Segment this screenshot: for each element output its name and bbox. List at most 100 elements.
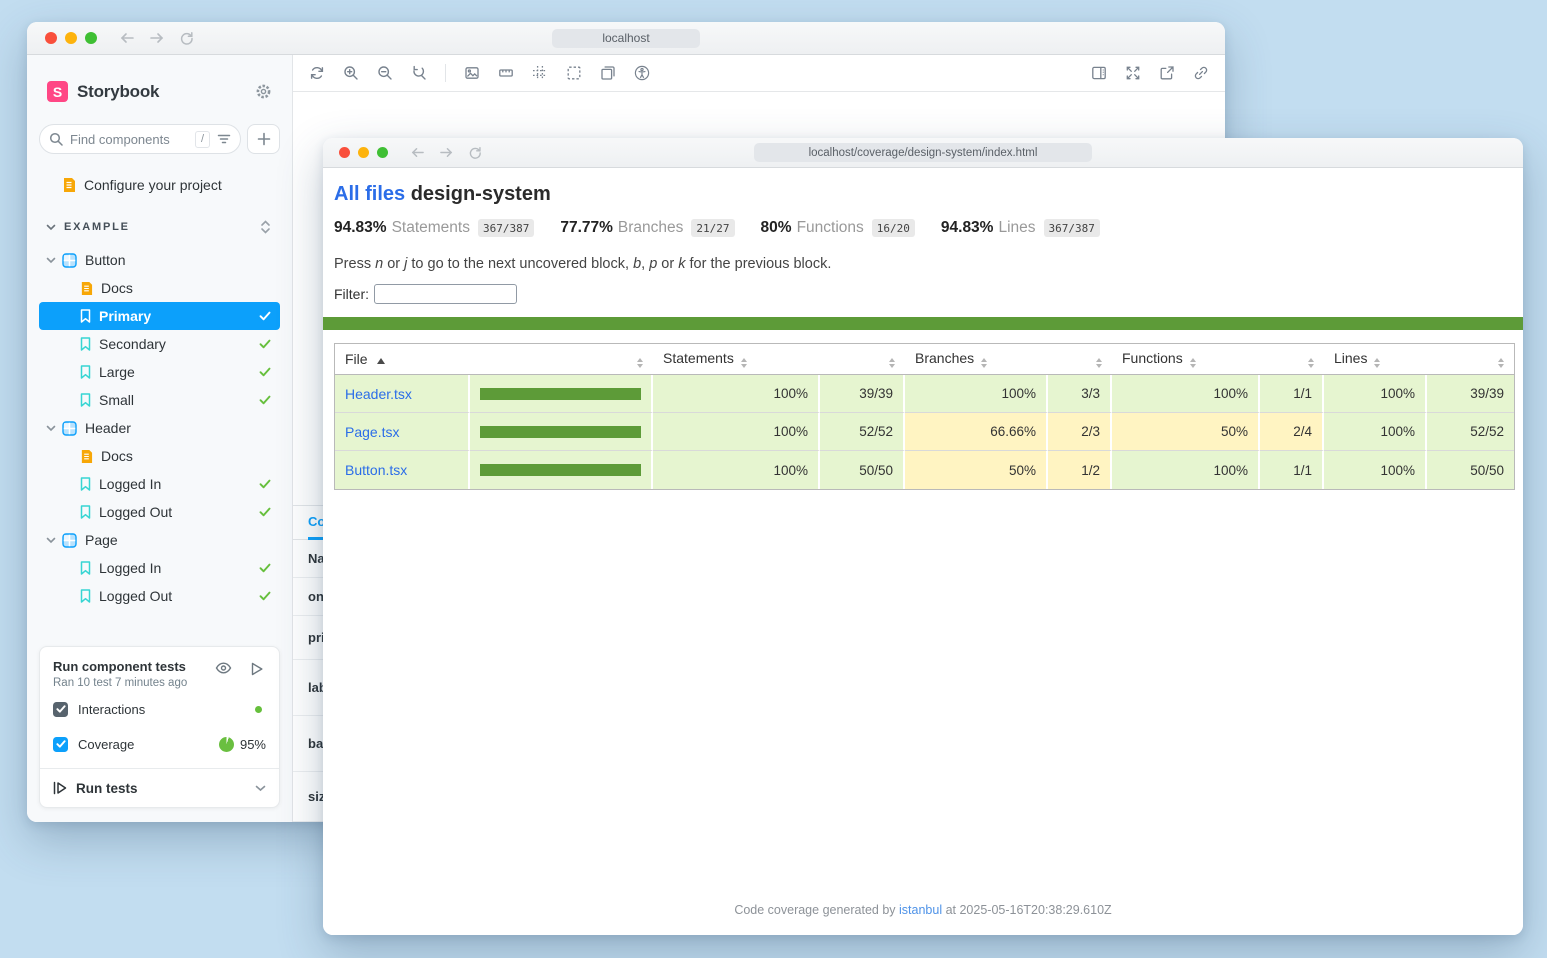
sidebar-item-label: Large [99,364,135,380]
col-header-statements-raw[interactable] [820,344,905,375]
close-window-button[interactable] [339,147,350,158]
run-tests-play-icon[interactable] [251,662,263,676]
viewport-icon[interactable] [600,65,616,81]
col-header-functions[interactable]: Functions [1112,344,1260,375]
fullscreen-icon[interactable] [1125,65,1141,81]
zoom-window-button[interactable] [85,32,97,44]
url-bar[interactable]: localhost [552,29,700,48]
test-widget-title: Run component tests [53,659,215,674]
test-pass-check-icon [259,591,271,601]
sort-icon[interactable] [889,358,895,368]
filter-icon[interactable] [217,133,231,145]
accessibility-icon[interactable] [634,65,650,81]
filter-input[interactable] [374,284,517,304]
sidebar-item-logged-out[interactable]: Logged Out [39,498,280,526]
istanbul-link[interactable]: istanbul [899,903,942,917]
col-header-file[interactable]: File [335,344,470,375]
create-new-story-button[interactable] [247,124,280,154]
file-link[interactable]: Button.tsx [345,462,407,478]
sort-icon[interactable] [1096,358,1102,368]
sidebar-item-logged-in[interactable]: Logged In [39,470,280,498]
col-header-functions-raw[interactable] [1260,344,1324,375]
panel-toggle-icon[interactable] [1091,65,1107,81]
col-header-bar[interactable] [470,344,653,375]
sidebar-item-button[interactable]: Button [39,246,280,274]
sort-icon[interactable] [1190,358,1196,368]
coverage-report: All files design-system 94.83% Statement… [323,168,1523,935]
col-header-lines[interactable]: Lines [1324,344,1427,375]
zoom-window-button[interactable] [377,147,388,158]
col-header-branches-raw[interactable] [1048,344,1112,375]
sidebar-item-large[interactable]: Large [39,358,280,386]
file-link[interactable]: Header.tsx [345,386,412,402]
measure-icon[interactable] [498,65,514,81]
all-files-breadcrumb-link[interactable]: All files [334,183,405,205]
checkbox-checked[interactable] [53,737,68,752]
forward-icon[interactable] [149,31,165,46]
zoom-in-icon[interactable] [343,65,359,81]
zoom-reset-icon[interactable] [411,65,427,81]
checkbox-checked[interactable] [53,702,68,717]
back-icon[interactable] [410,146,425,160]
url-bar[interactable]: localhost/coverage/design-system/index.h… [754,143,1092,162]
test-widget-subtitle: Ran 10 test 7 minutes ago [53,677,215,689]
chevron-down-icon[interactable] [255,785,266,792]
file-link[interactable]: Page.tsx [345,424,399,440]
summary-branches: 77.77% Branches 21/27 [560,219,734,237]
sort-icon[interactable] [981,358,987,368]
sidebar-item-label: Button [85,252,125,268]
sidebar-item-primary[interactable]: Primary [39,302,280,330]
sidebar-item-header[interactable]: Header [39,414,280,442]
sort-icon[interactable] [1374,358,1380,368]
sidebar-item-label: Page [85,532,118,548]
test-pass-check-icon [259,395,271,405]
outline-icon[interactable] [566,65,582,81]
col-header-statements[interactable]: Statements [653,344,820,375]
sidebar-item-small[interactable]: Small [39,386,280,414]
col-header-lines-raw[interactable] [1427,344,1514,375]
sort-icon[interactable] [1498,358,1504,368]
sidebar-item-page[interactable]: Page [39,526,280,554]
sidebar-item-logged-in[interactable]: Logged In [39,554,280,582]
watch-mode-eye-icon[interactable] [215,662,232,674]
backgrounds-icon[interactable] [464,65,480,81]
reload-icon[interactable] [179,31,194,46]
lines-raw: 52/52 [1427,413,1514,451]
page-title: All files design-system [334,183,1512,206]
chevron-down-icon [46,537,56,544]
branches-pct: 50% [905,451,1048,489]
close-window-button[interactable] [45,32,57,44]
run-tests-button[interactable]: Run tests [40,768,279,807]
docs-icon [62,177,76,193]
coverage-bar-cell [470,451,653,489]
collapse-expand-all-icon[interactable] [260,220,271,234]
reload-icon[interactable] [468,146,482,160]
minimize-window-button[interactable] [358,147,369,158]
forward-icon[interactable] [439,146,454,160]
sort-icon[interactable] [637,358,643,368]
sidebar-item-secondary[interactable]: Secondary [39,330,280,358]
minimize-window-button[interactable] [65,32,77,44]
open-external-icon[interactable] [1159,65,1175,81]
sidebar-item-logged-out[interactable]: Logged Out [39,582,280,610]
gear-icon[interactable] [255,83,272,100]
sidebar-item-configure-your-project[interactable]: Configure your project [27,177,292,193]
component-icon [62,421,77,436]
test-pass-check-icon [259,311,271,321]
search-input[interactable]: Find components / [39,124,241,154]
sort-icon[interactable] [741,358,747,368]
sidebar-section-example[interactable]: EXAMPLE [39,218,280,236]
zoom-out-icon[interactable] [377,65,393,81]
col-header-branches[interactable]: Branches [905,344,1048,375]
story-bookmark-icon [80,337,91,351]
test-pass-check-icon [259,367,271,377]
sidebar-item-docs[interactable]: Docs [39,442,280,470]
back-icon[interactable] [119,31,135,46]
sidebar-item-docs[interactable]: Docs [39,274,280,302]
test-pass-check-icon [259,339,271,349]
sort-icon[interactable] [1308,358,1314,368]
keyboard-hint: Press n or j to go to the next uncovered… [334,256,1512,272]
remount-icon[interactable] [309,65,325,81]
grid-icon[interactable] [532,65,548,81]
copy-link-icon[interactable] [1193,65,1209,81]
